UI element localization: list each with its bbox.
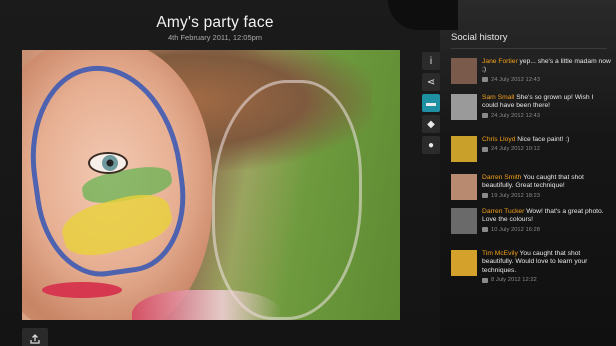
share-button[interactable]: ⋖ [422,73,440,91]
comment-item: Tim McEvily You caught that shot beautif… [451,250,611,284]
avatar[interactable] [451,250,477,276]
avatar[interactable] [451,174,477,200]
comment-bubble-icon [482,77,488,83]
comment-author[interactable]: Jane Fortier [482,58,518,65]
avatar[interactable] [451,94,477,120]
export-button[interactable] [22,328,48,346]
comment-bubble-icon [482,227,488,233]
comment-body: Chris Lloyd Nice face paint! :) 24 July 2… [482,136,569,162]
tag-button[interactable]: ◆ [422,115,440,133]
comment-meta: 24 July 2012 12:43 [482,112,611,120]
info-button[interactable]: i [422,52,440,70]
social-history-title: Social history [451,32,508,43]
comment-meta: 10 July 2012 16:28 [482,226,611,234]
comment-timestamp: 19 July 2012 18:23 [491,192,540,199]
export-icon [30,334,40,344]
avatar[interactable] [451,136,477,162]
comment-meta: 19 July 2012 18:23 [482,192,611,200]
comment-timestamp: 24 July 2012 12:43 [491,76,540,83]
comment-author[interactable]: Tim McEvily [482,250,518,257]
comment-text: Nice face paint! :) [515,136,570,143]
comment-author[interactable]: Darren Smith [482,174,521,181]
comment-author[interactable]: Chris Lloyd [482,136,515,143]
comment-meta: 24 July 2012 10:12 [482,145,569,153]
comment-bubble-icon [482,146,488,152]
comment-bubble-icon [482,277,488,283]
comment-body: Sam Small She's so grown up! Wish I coul… [482,94,611,120]
comment-item: Chris Lloyd Nice face paint! :) 24 July 2… [451,136,611,162]
comment-body: Darren Tucker Wow! that's a great photo.… [482,208,611,234]
comment-timestamp: 8 July 2012 12:22 [491,276,537,283]
info-icon: i [429,55,433,67]
comment-item: Jane Fortier yep... she's a little madam… [451,58,611,84]
social-history-pane [440,0,616,346]
main-photo[interactable] [22,50,400,320]
comment-body: Tim McEvily You caught that shot beautif… [482,250,611,284]
comment-item: Darren Smith You caught that shot beauti… [451,174,611,200]
comment-author[interactable]: Sam Small [482,94,514,101]
comment-meta: 8 July 2012 12:22 [482,276,611,284]
comment-button[interactable]: ▬ [422,94,440,112]
photo-title: Amy's party face [156,14,274,31]
location-pin-button[interactable]: ● [422,136,440,154]
comment-timestamp: 24 July 2012 12:43 [491,112,540,119]
location-pin-icon: ● [427,139,435,151]
share-icon: ⋖ [426,76,436,88]
comment-meta: 24 July 2012 12:43 [482,76,611,84]
comment-item: Darren Tucker Wow! that's a great photo.… [451,208,611,234]
comment-bubble-icon [482,193,488,199]
comment-timestamp: 24 July 2012 10:12 [491,146,540,153]
avatar[interactable] [451,58,477,84]
comment-item: Sam Small She's so grown up! Wish I coul… [451,94,611,120]
comment-body: Darren Smith You caught that shot beauti… [482,174,611,200]
comment-author[interactable]: Darren Tucker [482,208,524,215]
photo-toolbar: i ⋖ ▬ ◆ ● [422,52,440,157]
tag-icon: ◆ [427,118,435,130]
comment-icon: ▬ [426,97,436,109]
comment-body: Jane Fortier yep... she's a little madam… [482,58,611,84]
photo-date: 4th February 2011, 12:05pm [167,33,263,42]
avatar[interactable] [451,208,477,234]
social-history-divider [451,48,607,49]
comment-timestamp: 10 July 2012 16:28 [491,226,540,233]
comment-bubble-icon [482,113,488,119]
